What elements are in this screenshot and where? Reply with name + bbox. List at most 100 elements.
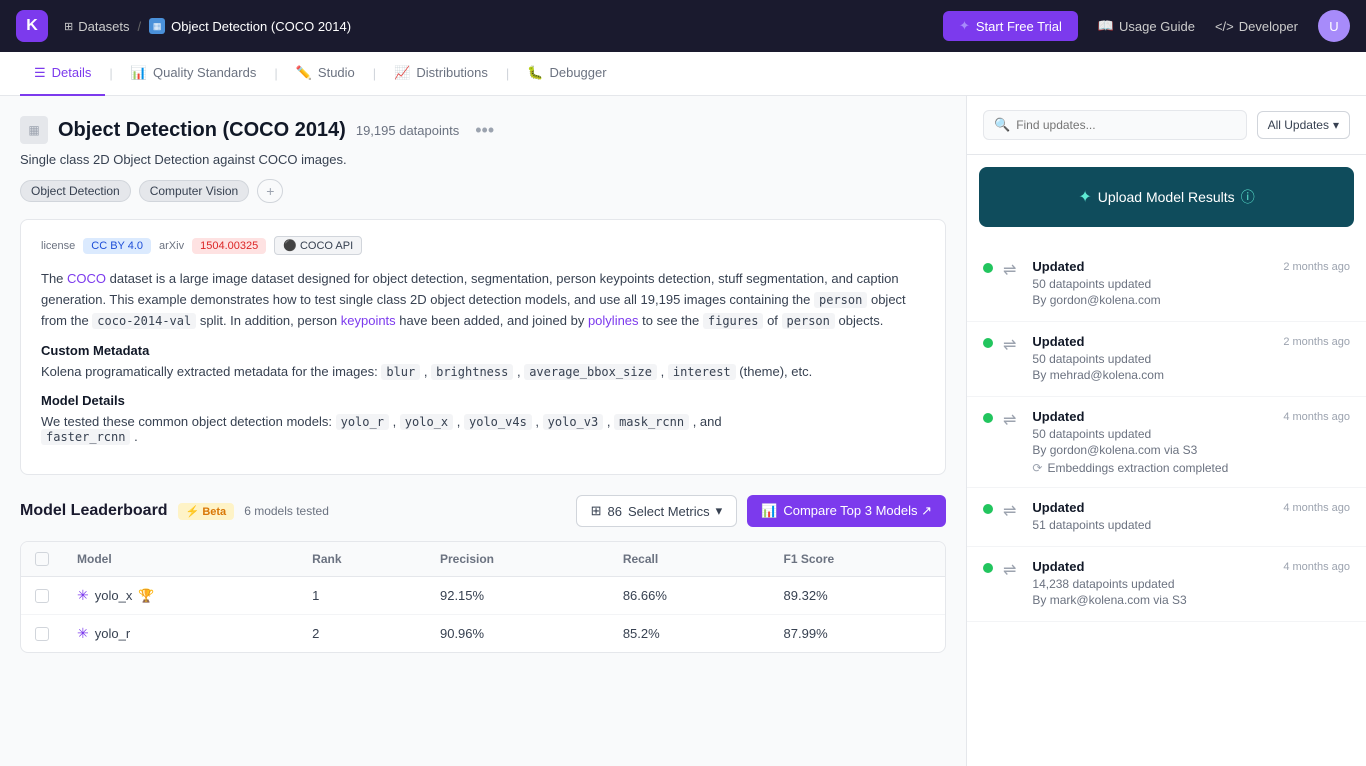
update-sub1: 50 datapoints updated — [1032, 427, 1350, 441]
table-row: ✳ yolo_r 2 90.96% 85.2% 87.99% — [21, 615, 945, 653]
update-branch-icon: ⇌ — [1003, 335, 1016, 355]
tag-computer-vision[interactable]: Computer Vision — [139, 180, 250, 202]
left-panel: ▦ Object Detection (COCO 2014) 19,195 da… — [0, 96, 966, 766]
custom-metadata-title: Custom Metadata — [41, 343, 925, 358]
update-item: ⇌ Updated 2 months ago 50 datapoints upd… — [967, 322, 1366, 397]
arxiv-label: arXiv — [159, 240, 184, 252]
select-all-checkbox[interactable] — [35, 552, 49, 566]
user-avatar[interactable]: U — [1318, 10, 1350, 42]
update-item: ⇌ Updated 4 months ago 14,238 datapoints… — [967, 547, 1366, 622]
update-status-dot — [983, 413, 993, 423]
all-updates-filter-button[interactable]: All Updates ▾ — [1257, 111, 1350, 139]
trial-icon: ✦ — [959, 18, 970, 34]
developer-link[interactable]: </> Developer — [1215, 19, 1298, 34]
metrics-icon: ⊞ — [591, 503, 602, 519]
tab-quality-standards[interactable]: 📊 Quality Standards — [117, 52, 271, 96]
update-sub2: By mehrad@kolena.com — [1032, 368, 1350, 382]
update-time: 4 months ago — [1283, 561, 1350, 573]
model-name-yolo-x: ✳ yolo_x 🏆 — [77, 587, 284, 604]
custom-metadata-text: Kolena programatically extracted metadat… — [41, 364, 925, 379]
top-nav: K ⊞ Datasets / ▦ Object Detection (COCO … — [0, 0, 1366, 52]
update-time: 4 months ago — [1283, 411, 1350, 423]
dataset-title-row: ▦ Object Detection (COCO 2014) 19,195 da… — [20, 116, 946, 144]
update-item: ⇌ Updated 4 months ago 50 datapoints upd… — [967, 397, 1366, 488]
leaderboard-header: Model Leaderboard ⚡ Beta 6 models tested… — [20, 495, 946, 527]
update-title: Updated — [1032, 259, 1084, 274]
col-rank: Rank — [298, 542, 426, 577]
nav-right: ✦ Start Free Trial 📖 Usage Guide </> Dev… — [943, 10, 1350, 42]
polylines-link[interactable]: polylines — [588, 313, 639, 328]
dataset-header: ▦ Object Detection (COCO 2014) 19,195 da… — [20, 116, 946, 203]
compare-icon: 📊 — [761, 503, 777, 519]
update-sub2: By gordon@kolena.com — [1032, 293, 1350, 307]
keypoints-link[interactable]: keypoints — [341, 313, 396, 328]
breadcrumb-sep: / — [138, 19, 142, 34]
update-time: 2 months ago — [1283, 261, 1350, 273]
update-branch-icon: ⇌ — [1003, 560, 1016, 580]
update-list: ⇌ Updated 2 months ago 50 datapoints upd… — [967, 239, 1366, 630]
update-content: Updated 4 months ago 50 datapoints updat… — [1032, 409, 1350, 475]
update-sub1: 50 datapoints updated — [1032, 277, 1350, 291]
trophy-icon: 🏆 — [138, 588, 154, 604]
breadcrumb-datasets[interactable]: ⊞ Datasets — [64, 19, 130, 34]
chevron-down-icon: ▾ — [1333, 118, 1339, 132]
rank-2: 2 — [298, 615, 426, 653]
desc-main-text: The COCO dataset is a large image datase… — [41, 269, 925, 331]
update-sub1: 51 datapoints updated — [1032, 518, 1350, 532]
nav-logo[interactable]: K — [16, 10, 48, 42]
update-branch-icon: ⇌ — [1003, 260, 1016, 280]
tab-distributions[interactable]: 📈 Distributions — [380, 52, 502, 96]
start-trial-button[interactable]: ✦ Start Free Trial — [943, 11, 1078, 41]
tab-studio[interactable]: ✏️ Studio — [282, 52, 369, 96]
update-status-dot — [983, 338, 993, 348]
model-asterisk-icon: ✳ — [77, 625, 89, 642]
tag-object-detection[interactable]: Object Detection — [20, 180, 131, 202]
updates-search[interactable]: 🔍 — [983, 110, 1247, 140]
code-icon: </> — [1215, 19, 1234, 34]
coco-link[interactable]: COCO — [67, 271, 106, 286]
cc-license-badge[interactable]: CC BY 4.0 — [83, 238, 151, 254]
tags-row: Object Detection Computer Vision + — [20, 179, 946, 203]
details-icon: ☰ — [34, 65, 46, 81]
select-metrics-button[interactable]: ⊞ 86 Select Metrics ▾ — [576, 495, 738, 527]
update-sub2: By gordon@kolena.com via S3 — [1032, 443, 1350, 457]
chevron-down-icon: ▾ — [716, 503, 723, 519]
usage-guide-link[interactable]: 📖 Usage Guide — [1098, 18, 1195, 34]
compare-models-button[interactable]: 📊 Compare Top 3 Models ↗ — [747, 495, 946, 527]
row-checkbox[interactable] — [35, 589, 49, 603]
recall-2: 85.2% — [609, 615, 770, 653]
update-time: 2 months ago — [1283, 336, 1350, 348]
more-options-button[interactable]: ••• — [469, 118, 500, 143]
dataset-count: 19,195 datapoints — [356, 123, 459, 138]
update-title: Updated — [1032, 559, 1084, 574]
updates-search-input[interactable] — [1016, 118, 1235, 132]
col-recall: Recall — [609, 542, 770, 577]
col-f1: F1 Score — [770, 542, 945, 577]
tab-debugger[interactable]: 🐛 Debugger — [513, 52, 620, 96]
tab-details[interactable]: ☰ Details — [20, 52, 105, 96]
arxiv-badge[interactable]: 1504.00325 — [192, 238, 266, 254]
precision-1: 92.15% — [426, 577, 609, 615]
update-sub1: 50 datapoints updated — [1032, 352, 1350, 366]
update-item: ⇌ Updated 4 months ago 51 datapoints upd… — [967, 488, 1366, 547]
coco-api-badge[interactable]: ⚫ COCO API — [274, 236, 362, 255]
quality-icon: 📊 — [131, 65, 147, 81]
embeddings-icon: ⟳ — [1032, 461, 1042, 475]
book-icon: 📖 — [1098, 18, 1114, 34]
github-icon: ⚫ — [283, 240, 297, 252]
upload-model-results[interactable]: ✦ Upload Model Results ⓘ — [979, 167, 1354, 227]
update-sub2: By mark@kolena.com via S3 — [1032, 593, 1350, 607]
breadcrumb: ⊞ Datasets / ▦ Object Detection (COCO 20… — [64, 18, 351, 34]
search-icon: 🔍 — [994, 117, 1010, 133]
row-checkbox[interactable] — [35, 627, 49, 641]
models-table: Model Rank Precision Recall F1 Score — [20, 541, 946, 653]
update-content: Updated 4 months ago 14,238 datapoints u… — [1032, 559, 1350, 609]
tag-add-button[interactable]: + — [257, 179, 283, 203]
update-branch-icon: ⇌ — [1003, 410, 1016, 430]
f1-2: 87.99% — [770, 615, 945, 653]
main-layout: ▦ Object Detection (COCO 2014) 19,195 da… — [0, 96, 1366, 766]
col-precision: Precision — [426, 542, 609, 577]
dist-icon: 📈 — [394, 65, 410, 81]
update-sub1: 14,238 datapoints updated — [1032, 577, 1350, 591]
dataset-title: Object Detection (COCO 2014) — [58, 119, 346, 142]
